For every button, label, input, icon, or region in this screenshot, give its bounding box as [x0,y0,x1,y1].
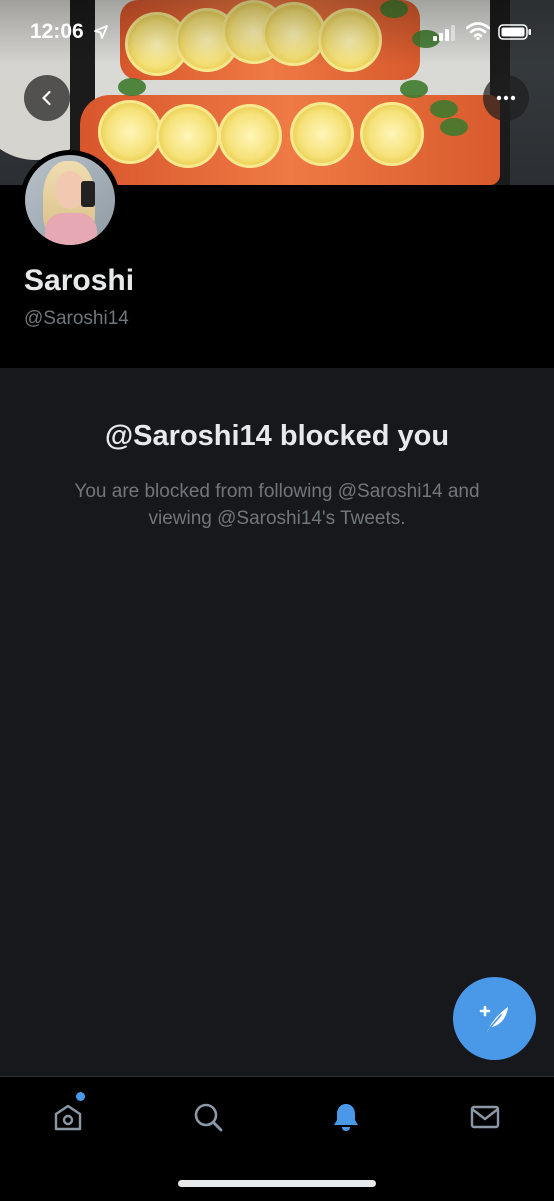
cellular-signal-icon [433,25,455,41]
avatar[interactable] [25,155,115,245]
tab-search[interactable] [186,1095,230,1139]
blocked-title: @Saroshi14 blocked you [104,420,450,452]
tab-home[interactable] [46,1095,90,1139]
more-horizontal-icon [496,95,516,101]
profile-handle: @Saroshi14 [24,308,129,329]
tab-notifications[interactable] [324,1095,368,1139]
home-icon [54,1104,82,1131]
mail-icon [470,1105,500,1129]
location-arrow-icon [94,25,108,39]
profile-display-name: Saroshi [24,264,135,297]
status-bar: 12:06 [0,0,554,60]
back-button[interactable] [24,75,70,121]
bell-icon [334,1104,358,1131]
home-indicator [178,1180,376,1187]
search-icon [194,1103,223,1132]
compose-tweet-button[interactable] [453,977,536,1060]
battery-icon [498,24,531,40]
status-time: 12:06 [30,20,84,43]
more-options-button[interactable] [483,75,529,121]
home-new-content-dot [76,1092,85,1101]
wifi-icon [466,22,490,40]
tab-messages[interactable] [463,1095,507,1139]
compose-tweet-icon [479,1005,508,1032]
blocked-description: You are blocked from following @Saroshi1… [74,481,480,529]
chevron-left-icon [42,90,51,106]
